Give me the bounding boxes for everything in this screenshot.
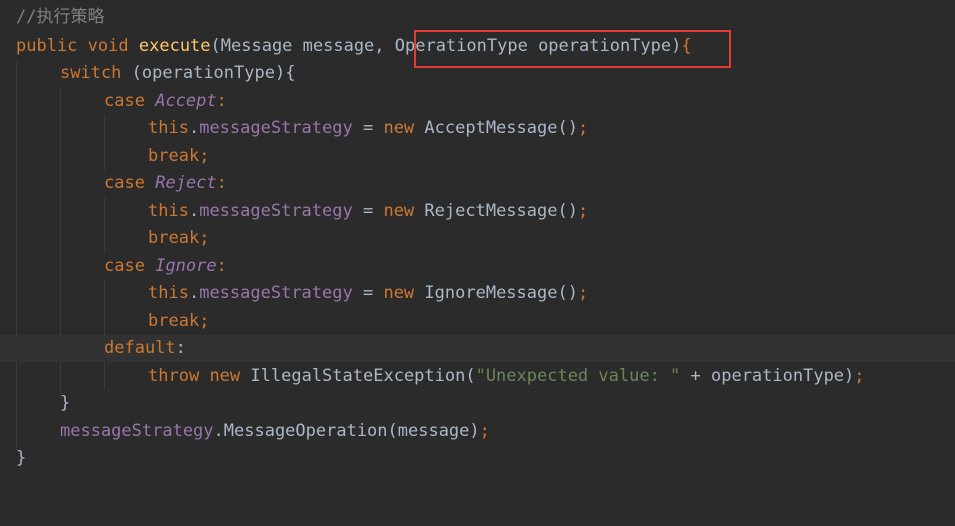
- semicolon: ;: [199, 311, 210, 331]
- assign-op: =: [352, 118, 384, 138]
- case-colon: :: [216, 256, 227, 276]
- code-line-break[interactable]: break;: [0, 308, 955, 335]
- close-brace: }: [16, 448, 27, 468]
- keyword-new: new: [383, 201, 415, 221]
- code-line-break[interactable]: break;: [0, 143, 955, 170]
- close-brace: }: [60, 393, 71, 413]
- case-label: Reject: [155, 173, 217, 193]
- keyword-new: new: [383, 118, 415, 138]
- assignment-code: this.messageStrategy = new IgnoreMessage…: [148, 280, 588, 307]
- keyword-default: default: [104, 338, 176, 358]
- keyword-this: this: [148, 118, 189, 138]
- code-line-break[interactable]: break;: [0, 225, 955, 252]
- string-literal: "Unexpected value: ": [475, 366, 681, 386]
- highlight-box: [414, 30, 731, 68]
- semicolon: ;: [577, 201, 589, 221]
- dot: .: [188, 283, 200, 303]
- throw-code: throw new IllegalStateException("Unexpec…: [148, 363, 865, 390]
- keyword-this: this: [148, 201, 189, 221]
- field-message-strategy: messageStrategy: [199, 201, 353, 221]
- case-colon: :: [216, 91, 227, 111]
- code-line-case[interactable]: case Accept:: [0, 88, 955, 115]
- code-line-assignment[interactable]: this.messageStrategy = new IgnoreMessage…: [0, 280, 955, 307]
- keyword-break: break: [148, 228, 200, 248]
- assignment-code: this.messageStrategy = new AcceptMessage…: [148, 115, 588, 142]
- code-line-close-method[interactable]: }: [0, 445, 955, 472]
- case-colon: :: [216, 173, 227, 193]
- exception-class: IllegalStateException(: [250, 366, 476, 386]
- method-call: .MessageOperation(message): [213, 421, 480, 441]
- assign-op: =: [352, 283, 384, 303]
- keyword-case: case: [104, 173, 145, 193]
- case-code: case Reject:: [104, 170, 227, 197]
- dot: .: [188, 201, 200, 221]
- code-line-case[interactable]: case Reject:: [0, 170, 955, 197]
- dot: .: [188, 118, 200, 138]
- code-line-throw[interactable]: throw new IllegalStateException("Unexpec…: [0, 363, 955, 390]
- concat-expression: + operationType): [680, 366, 855, 386]
- constructor-call: RejectMessage(): [424, 201, 578, 221]
- assign-op: =: [352, 201, 384, 221]
- code-line-comment[interactable]: //执行策略: [0, 4, 955, 31]
- break-code: break;: [148, 143, 209, 170]
- switch-expression: (operationType){: [131, 63, 296, 83]
- default-code: default:: [104, 335, 186, 362]
- field-message-strategy: messageStrategy: [60, 421, 214, 441]
- keyword-break: break: [148, 311, 200, 331]
- default-colon: :: [175, 338, 186, 358]
- code-line-call[interactable]: messageStrategy.MessageOperation(message…: [0, 418, 955, 445]
- case-label: Accept: [155, 91, 217, 111]
- keyword-public: public: [16, 36, 78, 56]
- keyword-new: new: [209, 366, 241, 386]
- case-code: case Ignore:: [104, 253, 227, 280]
- assignment-code: this.messageStrategy = new RejectMessage…: [148, 198, 588, 225]
- semicolon: ;: [199, 146, 210, 166]
- field-message-strategy: messageStrategy: [199, 283, 353, 303]
- keyword-void: void: [87, 36, 129, 56]
- break-code: break;: [148, 308, 209, 335]
- break-code: break;: [148, 225, 209, 252]
- semicolon: ;: [199, 228, 210, 248]
- keyword-break: break: [148, 146, 200, 166]
- param-message: (Message message,: [210, 36, 385, 56]
- code-editor[interactable]: //执行策略 public void execute(Message messa…: [0, 0, 955, 475]
- case-code: case Accept:: [104, 88, 227, 115]
- semicolon: ;: [577, 118, 589, 138]
- keyword-this: this: [148, 283, 189, 303]
- keyword-case: case: [104, 256, 145, 276]
- keyword-case: case: [104, 91, 145, 111]
- semicolon: ;: [479, 421, 490, 441]
- keyword-switch: switch: [60, 63, 122, 83]
- method-name: execute: [138, 36, 211, 56]
- comment-text: //执行策略: [16, 7, 105, 27]
- case-label: Ignore: [155, 256, 217, 276]
- semicolon: ;: [854, 366, 865, 386]
- code-line-assignment[interactable]: this.messageStrategy = new RejectMessage…: [0, 198, 955, 225]
- semicolon: ;: [577, 283, 589, 303]
- code-line-case[interactable]: case Ignore:: [0, 253, 955, 280]
- field-message-strategy: messageStrategy: [199, 118, 353, 138]
- constructor-call: AcceptMessage(): [424, 118, 578, 138]
- keyword-throw: throw: [148, 366, 200, 386]
- code-line-assignment[interactable]: this.messageStrategy = new AcceptMessage…: [0, 115, 955, 142]
- switch-code: switch (operationType){: [60, 60, 295, 87]
- code-line-default[interactable]: default:: [0, 335, 955, 362]
- code-line-close-switch[interactable]: }: [0, 390, 955, 417]
- constructor-call: IgnoreMessage(): [424, 283, 578, 303]
- call-code: messageStrategy.MessageOperation(message…: [60, 418, 490, 445]
- keyword-new: new: [383, 283, 415, 303]
